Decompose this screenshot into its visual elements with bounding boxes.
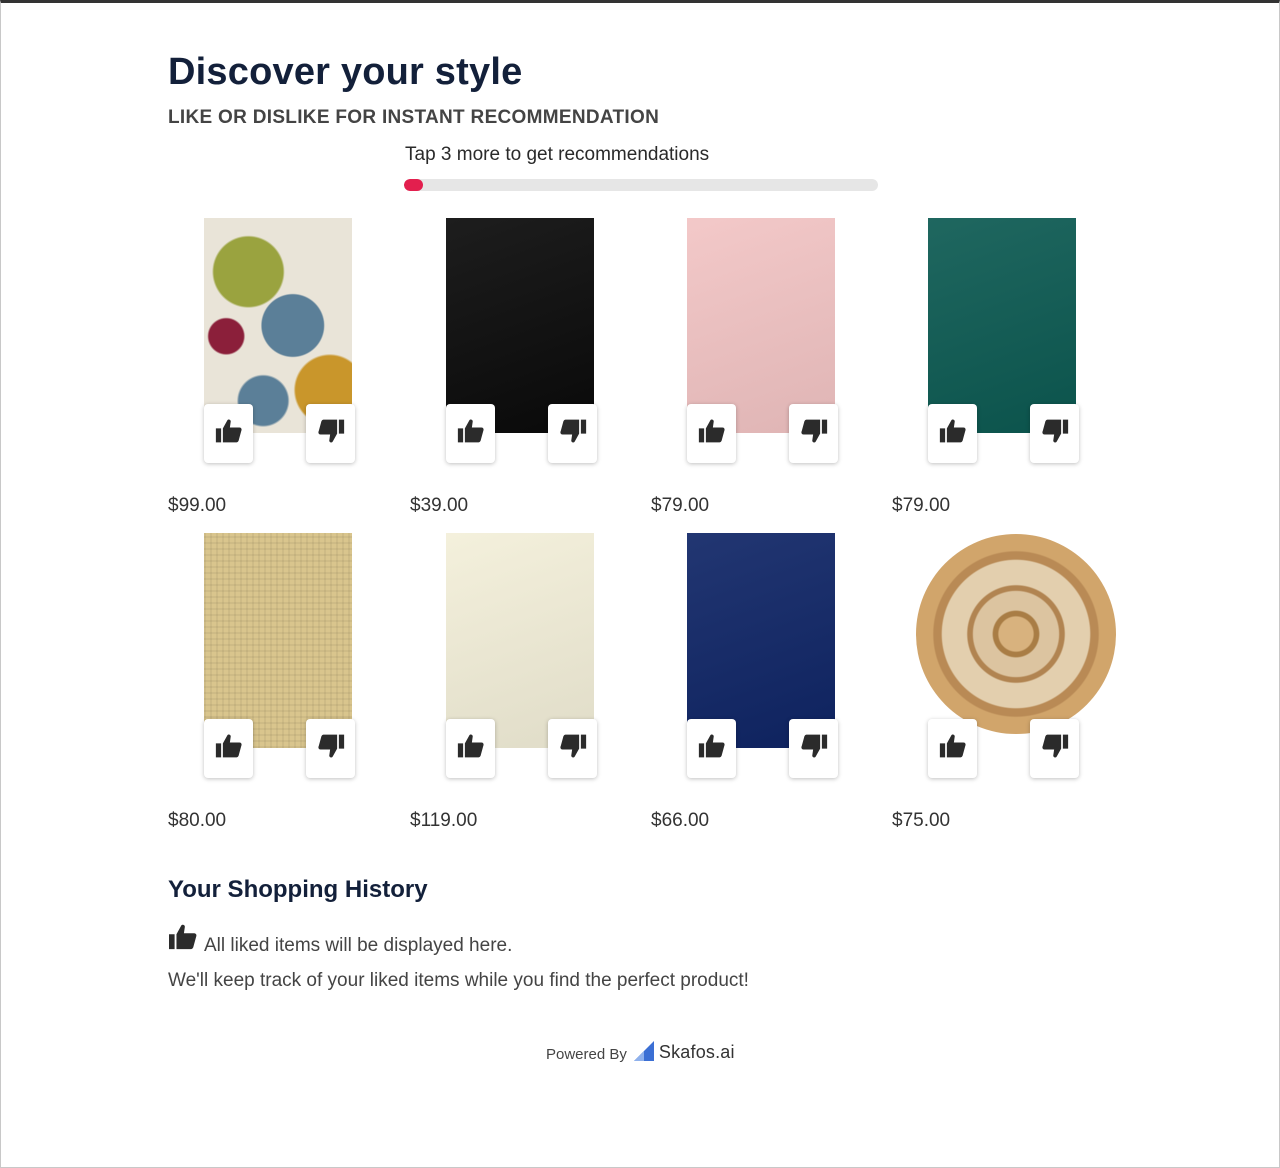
product-image[interactable]	[410, 213, 640, 465]
dislike-button[interactable]	[548, 404, 597, 463]
history-tracking-text: We'll keep track of your liked items whi…	[168, 970, 749, 991]
rug-image	[916, 534, 1116, 734]
product-card: $79.00	[651, 213, 881, 518]
thumbs-up-icon	[215, 732, 243, 765]
thumbs-up-icon	[698, 417, 726, 450]
thumbs-down-icon	[800, 732, 828, 765]
thumbs-down-icon	[800, 417, 828, 450]
product-image[interactable]	[892, 528, 1122, 780]
thumbs-up-icon	[457, 732, 485, 765]
rug-image	[204, 218, 352, 433]
product-image[interactable]	[168, 213, 398, 465]
thumbs-down-icon	[559, 417, 587, 450]
thumbs-up-icon	[215, 417, 243, 450]
thumbs-up-icon	[168, 923, 204, 957]
page-title: Discover your style	[168, 51, 523, 93]
dislike-button[interactable]	[1030, 719, 1079, 778]
dislike-button[interactable]	[789, 719, 838, 778]
thumbs-up-icon	[939, 732, 967, 765]
product-card: $99.00	[168, 213, 398, 518]
thumbs-up-icon	[939, 417, 967, 450]
history-empty-text: All liked items will be displayed here.	[204, 935, 513, 956]
thumbs-down-icon	[317, 732, 345, 765]
like-button[interactable]	[687, 719, 736, 778]
powered-by-text: Powered By	[546, 1046, 627, 1063]
dislike-button[interactable]	[1030, 404, 1079, 463]
like-button[interactable]	[928, 719, 977, 778]
product-price: $66.00	[651, 810, 710, 831]
dislike-button[interactable]	[306, 404, 355, 463]
dislike-button[interactable]	[306, 719, 355, 778]
product-price: $75.00	[892, 810, 951, 831]
rug-image	[204, 533, 352, 748]
product-image[interactable]	[892, 213, 1122, 465]
product-image[interactable]	[168, 528, 398, 780]
product-image[interactable]	[651, 528, 881, 780]
rug-image	[446, 218, 594, 433]
product-card: $80.00	[168, 528, 398, 833]
product-image[interactable]	[410, 528, 640, 780]
product-price: $79.00	[651, 495, 710, 516]
dislike-button[interactable]	[548, 719, 597, 778]
product-price: $99.00	[168, 495, 227, 516]
footer: Powered By Skafos.ai	[546, 1039, 735, 1063]
thumbs-down-icon	[1041, 732, 1069, 765]
product-price: $119.00	[410, 810, 478, 831]
product-price: $80.00	[168, 810, 227, 831]
like-button[interactable]	[204, 404, 253, 463]
rug-image	[446, 533, 594, 748]
like-button[interactable]	[687, 404, 736, 463]
brand-name[interactable]: Skafos.ai	[659, 1042, 735, 1063]
thumbs-down-icon	[317, 417, 345, 450]
thumbs-up-icon	[698, 732, 726, 765]
rug-image	[687, 533, 835, 748]
thumbs-down-icon	[1041, 417, 1069, 450]
product-image[interactable]	[651, 213, 881, 465]
thumbs-up-icon	[457, 417, 485, 450]
history-title: Your Shopping History	[168, 876, 428, 903]
rug-image	[928, 218, 1076, 433]
product-card: $79.00	[892, 213, 1122, 518]
product-card: $75.00	[892, 528, 1122, 833]
product-card: $119.00	[410, 528, 640, 833]
progress-label: Tap 3 more to get recommendations	[405, 144, 710, 165]
progress-bar	[404, 179, 878, 191]
history-empty-message: All liked items will be displayed here.	[168, 923, 512, 957]
rug-image	[687, 218, 835, 433]
like-button[interactable]	[446, 404, 495, 463]
like-button[interactable]	[204, 719, 253, 778]
like-button[interactable]	[928, 404, 977, 463]
like-button[interactable]	[446, 719, 495, 778]
product-card: $66.00	[651, 528, 881, 833]
product-price: $39.00	[410, 495, 469, 516]
dislike-button[interactable]	[789, 404, 838, 463]
progress-fill	[404, 179, 423, 191]
product-price: $79.00	[892, 495, 951, 516]
skafos-logo-icon[interactable]	[632, 1039, 656, 1063]
page-subtitle: LIKE OR DISLIKE FOR INSTANT RECOMMENDATI…	[168, 107, 660, 128]
product-card: $39.00	[410, 213, 640, 518]
thumbs-down-icon	[559, 732, 587, 765]
